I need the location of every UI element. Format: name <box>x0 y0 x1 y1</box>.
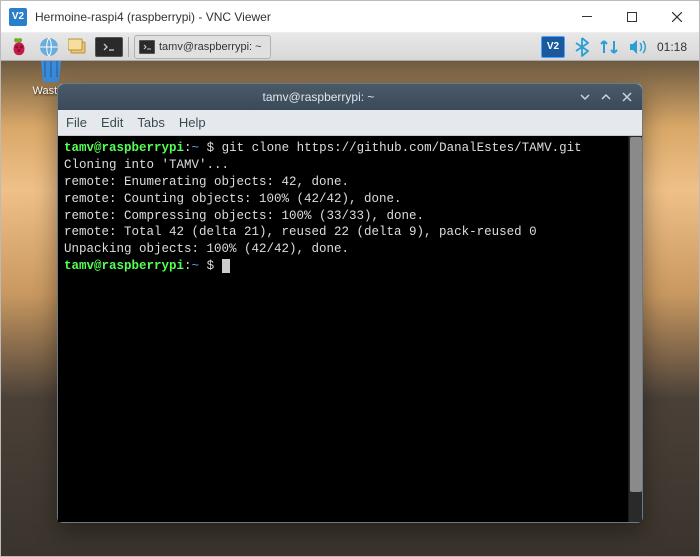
terminal-menubar: File Edit Tabs Help <box>58 110 642 136</box>
terminal-maximize-button[interactable] <box>597 88 615 106</box>
close-button[interactable] <box>654 2 699 32</box>
raspberry-menu-button[interactable] <box>5 35 33 59</box>
network-tray-icon[interactable] <box>599 39 619 55</box>
file-manager-button[interactable] <box>65 35 93 59</box>
folders-icon <box>68 38 90 56</box>
minimize-button[interactable] <box>564 2 609 32</box>
chevron-down-icon <box>580 92 590 102</box>
volume-tray-icon[interactable] <box>629 39 647 55</box>
web-browser-button[interactable] <box>35 35 63 59</box>
close-icon <box>672 12 682 22</box>
vnc-server-tray-icon[interactable]: V2 <box>541 36 565 58</box>
terminal-line: Unpacking objects: 100% (42/42), done. <box>64 241 636 258</box>
menu-file[interactable]: File <box>66 115 87 130</box>
terminal-title: tamv@raspberrypi: ~ <box>64 90 573 104</box>
terminal-line: remote: Enumerating objects: 42, done. <box>64 174 636 191</box>
taskbar-separator <box>128 37 129 57</box>
network-arrows-icon <box>599 39 619 55</box>
system-tray: V2 01:18 <box>541 36 695 58</box>
window-titlebar[interactable]: V2 Hermoine-raspi4 (raspberrypi) - VNC V… <box>1 1 699 33</box>
terminal-titlebar[interactable]: tamv@raspberrypi: ~ <box>58 84 642 110</box>
terminal-cursor <box>222 259 230 273</box>
taskbar-clock[interactable]: 01:18 <box>657 40 687 54</box>
window-controls <box>564 2 699 32</box>
maximize-button[interactable] <box>609 2 654 32</box>
menu-edit[interactable]: Edit <box>101 115 123 130</box>
vnc-app-icon: V2 <box>9 8 27 26</box>
terminal-line: remote: Compressing objects: 100% (33/33… <box>64 208 636 225</box>
task-label: tamv@raspberrypi: ~ <box>159 41 262 53</box>
speaker-icon <box>629 39 647 55</box>
vnc-viewer-window: V2 Hermoine-raspi4 (raspberrypi) - VNC V… <box>0 0 700 557</box>
bluetooth-icon <box>575 37 589 57</box>
taskbar-task-terminal[interactable]: tamv@raspberrypi: ~ <box>134 35 271 59</box>
terminal-line: tamv@raspberrypi:~ $ <box>64 258 636 275</box>
terminal-window: tamv@raspberrypi: ~ File Edit Tabs Help … <box>57 83 643 523</box>
terminal-launcher-button[interactable] <box>95 37 123 57</box>
chevron-up-icon <box>601 92 611 102</box>
terminal-line: remote: Counting objects: 100% (42/42), … <box>64 191 636 208</box>
terminal-icon <box>103 43 115 51</box>
maximize-icon <box>627 12 637 22</box>
terminal-content[interactable]: tamv@raspberrypi:~ $ git clone https://g… <box>58 136 642 522</box>
raspberry-icon <box>10 37 28 57</box>
remote-desktop: tamv@raspberrypi: ~ V2 01:18 <box>1 33 699 556</box>
scrollbar-thumb[interactable] <box>630 137 642 492</box>
window-title: Hermoine-raspi4 (raspberrypi) - VNC View… <box>35 10 564 24</box>
bluetooth-tray-icon[interactable] <box>575 37 589 57</box>
terminal-minimize-button[interactable] <box>576 88 594 106</box>
terminal-scrollbar[interactable] <box>628 136 642 522</box>
globe-icon <box>39 37 59 57</box>
minimize-icon <box>582 16 592 17</box>
task-terminal-icon <box>139 40 155 54</box>
terminal-line: tamv@raspberrypi:~ $ git clone https://g… <box>64 140 636 157</box>
menu-tabs[interactable]: Tabs <box>137 115 164 130</box>
terminal-close-button[interactable] <box>618 88 636 106</box>
terminal-line: remote: Total 42 (delta 21), reused 22 (… <box>64 224 636 241</box>
menu-help[interactable]: Help <box>179 115 206 130</box>
rpi-taskbar[interactable]: tamv@raspberrypi: ~ V2 01:18 <box>1 33 699 61</box>
x-icon <box>622 92 632 102</box>
terminal-line: Cloning into 'TAMV'... <box>64 157 636 174</box>
